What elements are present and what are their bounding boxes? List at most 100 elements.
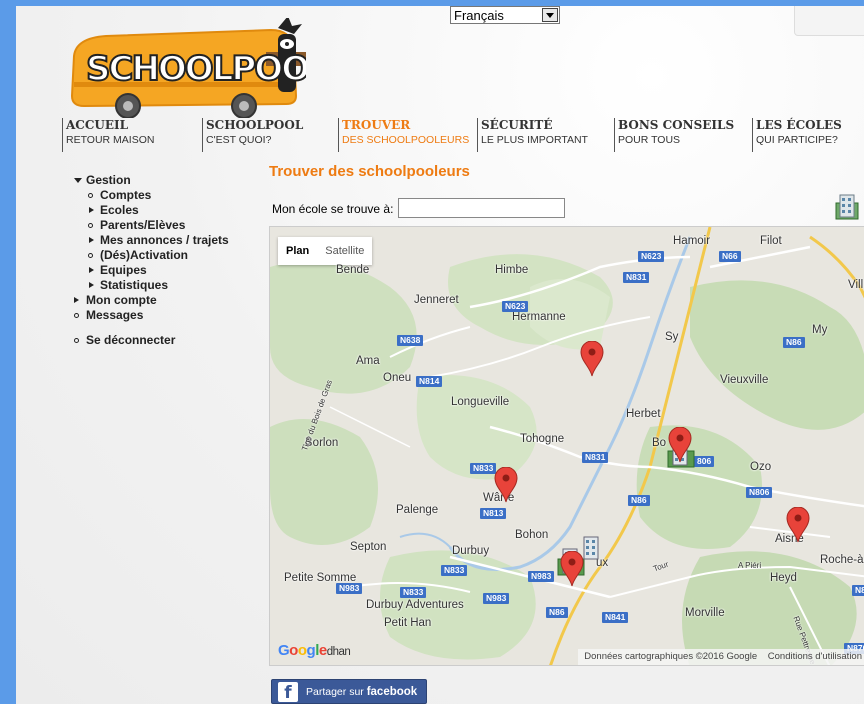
sidebar-item-gestion[interactable]: Gestion: [62, 173, 272, 188]
road-shield: N86: [783, 337, 805, 348]
place-label: Vieuxville: [720, 374, 769, 386]
language-select[interactable]: Français: [450, 6, 560, 24]
street-label: A Piéri: [738, 561, 762, 570]
place-label: Tohogne: [520, 433, 565, 445]
place-label: Petit Han: [384, 617, 432, 629]
place-label: Vill: [848, 279, 864, 291]
circle-bullet-icon: [74, 338, 79, 343]
place-label: Bende: [336, 264, 370, 276]
road-shield: N623: [502, 301, 529, 312]
road-shield: N833: [400, 587, 427, 598]
road-shield: 806: [694, 456, 715, 467]
map-marker[interactable]: [668, 426, 692, 463]
sidebar-item-mon-compte[interactable]: Mon compte: [62, 293, 272, 308]
page: Français SCHOOLPOOL ACCUEIL RETOUR MAISO…: [16, 6, 864, 704]
road-shield: N983: [336, 583, 363, 594]
road-shield: N8: [852, 585, 864, 596]
place-label: Durbuy Adventures: [366, 599, 464, 611]
place-label: Herbet: [626, 408, 661, 420]
nav-les-ecoles[interactable]: LES ÉCOLES QUI PARTICIPE?: [752, 118, 842, 152]
nav-securite[interactable]: SÉCURITÉ LE PLUS IMPORTANT: [477, 118, 588, 152]
road-shield: N833: [470, 463, 497, 474]
place-label: Morville: [685, 607, 725, 619]
triangle-right-icon: [74, 297, 79, 303]
circle-bullet-icon: [88, 253, 93, 258]
place-label: Bo: [652, 437, 667, 449]
schoolpool-logo[interactable]: SCHOOLPOOL: [66, 16, 332, 119]
school-location-input[interactable]: [398, 198, 565, 218]
facebook-share-button[interactable]: f Partager sur facebook: [271, 679, 427, 704]
sidebar-item-deconnecter[interactable]: Se déconnecter: [62, 333, 272, 348]
sidebar-item-statistiques[interactable]: Statistiques: [62, 278, 272, 293]
sidebar-item-comptes[interactable]: Comptes: [62, 188, 272, 203]
map-type-plan-button[interactable]: Plan: [278, 237, 317, 265]
top-right-panel: [794, 6, 864, 36]
map-type-control: Plan Satellite: [278, 237, 373, 265]
road-shield: N814: [416, 376, 443, 387]
map-background: [270, 227, 864, 665]
place-label: Jenneret: [414, 294, 459, 306]
chevron-down-icon[interactable]: [542, 8, 558, 22]
language-select-value: Français: [454, 7, 504, 23]
road-shield: N806: [746, 487, 773, 498]
place-label: Hamoir: [673, 235, 711, 247]
road-shield: N841: [602, 612, 629, 623]
google-logo[interactable]: Googledhan: [278, 642, 351, 659]
terms-link[interactable]: Conditions d'utilisation: [768, 651, 862, 662]
triangle-down-icon: [74, 178, 82, 183]
place-label: Filot: [760, 235, 782, 247]
road-shield: N983: [483, 593, 510, 604]
road-shield: N66: [719, 251, 741, 262]
road-shield: N86: [546, 607, 568, 618]
place-label: Palenge: [396, 504, 439, 516]
place-label: Septon: [350, 541, 387, 553]
place-label: Ama: [356, 355, 380, 367]
sidebar-item-messages[interactable]: Messages: [62, 308, 272, 323]
map-marker[interactable]: [786, 506, 810, 543]
sidebar-item-annonces[interactable]: Mes annonces / trajets: [62, 233, 272, 248]
map-marker[interactable]: [580, 340, 604, 377]
map-type-satellite-button[interactable]: Satellite: [317, 237, 372, 265]
nav-schoolpool[interactable]: SCHOOLPOOL C'EST QUOI?: [202, 118, 303, 152]
place-label: Hermanne: [512, 311, 566, 323]
triangle-right-icon: [89, 282, 94, 288]
google-map[interactable]: Plan Satellite Hamoir Filot Bende Himbe …: [269, 226, 864, 666]
place-label: Sy: [665, 331, 679, 343]
place-label: Oneu: [383, 372, 412, 384]
map-marker[interactable]: [560, 550, 584, 587]
circle-bullet-icon: [88, 223, 93, 228]
road-shield: N813: [480, 508, 507, 519]
page-title: Trouver des schoolpooleurs: [269, 163, 470, 180]
place-label: Roche-à-F: [820, 554, 864, 566]
nav-trouver[interactable]: TROUVER DES SCHOOLPOOLEURS: [338, 118, 469, 152]
map-attribution: Données cartographiques ©2016 Google Con…: [578, 649, 864, 665]
circle-bullet-icon: [88, 193, 93, 198]
place-label: Heyd: [770, 572, 797, 584]
triangle-right-icon: [89, 237, 94, 243]
triangle-right-icon: [89, 267, 94, 273]
nav-accueil[interactable]: ACCUEIL RETOUR MAISON: [62, 118, 154, 152]
sidebar-item-parents[interactable]: Parents/Elèves: [62, 218, 272, 233]
road-shield: N623: [638, 251, 665, 262]
sidebar-item-ecoles[interactable]: Ecoles: [62, 203, 272, 218]
road-shield: N983: [528, 571, 555, 582]
place-label: Bohon: [515, 529, 549, 541]
place-label: Longueville: [451, 396, 510, 408]
circle-bullet-icon: [74, 313, 79, 318]
place-label: Ozo: [750, 461, 772, 473]
road-shield: N833: [441, 565, 468, 576]
triangle-right-icon: [89, 207, 94, 213]
place-label: Himbe: [495, 264, 529, 276]
map-marker[interactable]: [494, 466, 518, 503]
nav-bons-conseils[interactable]: BONS CONSEILS POUR TOUS: [614, 118, 734, 152]
school-building-icon[interactable]: [834, 193, 862, 226]
sidebar-item-activation[interactable]: (Dés)Activation: [62, 248, 272, 263]
logo-text: SCHOOLPOOL: [86, 49, 306, 89]
sidebar-item-equipes[interactable]: Equipes: [62, 263, 272, 278]
place-label: Durbuy: [452, 545, 490, 557]
school-location-label: Mon école se trouve à:: [272, 202, 394, 216]
road-shield: N86: [628, 495, 650, 506]
road-shield: N831: [582, 452, 609, 463]
place-label: My: [812, 324, 828, 336]
facebook-icon: f: [278, 681, 298, 703]
